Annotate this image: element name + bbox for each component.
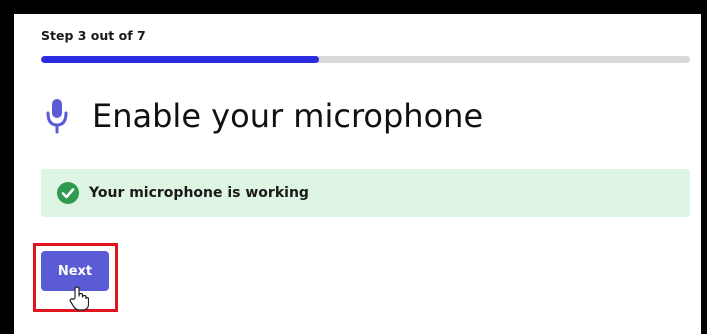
- check-circle-icon: [57, 182, 79, 204]
- success-message: Your microphone is working: [41, 169, 690, 217]
- next-button[interactable]: Next: [41, 251, 109, 291]
- page-title: Enable your microphone: [92, 97, 484, 135]
- step-counter: Step 3 out of 7: [41, 28, 146, 43]
- title-row: Enable your microphone: [44, 96, 483, 136]
- hand-pointer-icon: [69, 286, 89, 311]
- progress-bar: [41, 56, 690, 63]
- progress-fill: [41, 56, 320, 63]
- wizard-panel: Step 3 out of 7 Enable your microphone Y…: [14, 14, 701, 334]
- status-text: Your microphone is working: [89, 185, 309, 201]
- microphone-icon: [46, 99, 68, 134]
